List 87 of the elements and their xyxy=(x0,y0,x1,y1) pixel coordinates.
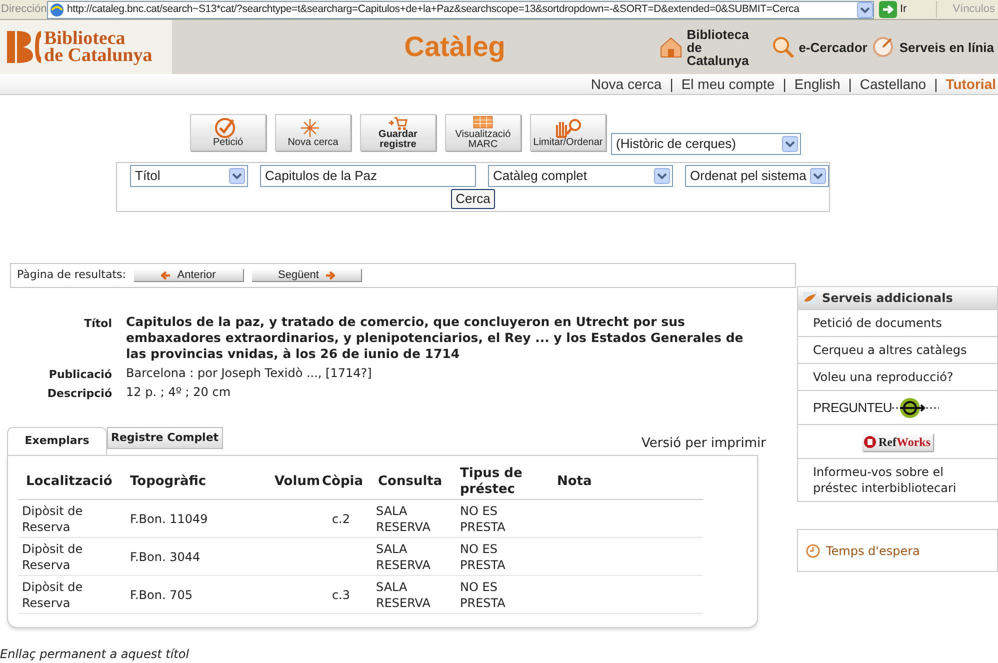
ring-arrow-icon xyxy=(892,396,940,420)
toolbar-button[interactable]: Petició xyxy=(190,114,266,151)
column-header: Consulta xyxy=(372,464,460,500)
toolbar-button[interactable]: Nova cerca xyxy=(275,114,351,151)
logo-text: de Catalunya xyxy=(44,47,152,64)
table-cell: NO ES PRESTA xyxy=(460,538,557,576)
right-arrow-icon xyxy=(324,270,335,280)
table-cell: SALA RESERVA xyxy=(372,576,460,614)
print-link[interactable]: Versió per imprimir xyxy=(641,434,766,453)
scope-select[interactable]: Catàleg complet xyxy=(488,165,673,187)
table-cell: F.Bon. 3044 xyxy=(130,538,272,576)
table-cell: F.Bon. 705 xyxy=(130,576,272,614)
dropdown-caret-icon xyxy=(810,168,826,184)
page-icon xyxy=(49,2,65,18)
dropdown-caret-icon xyxy=(782,136,798,152)
address-field[interactable]: http://cataleg.bnc.cat/search~S13*cat/?searchtype=t&searcharg=Capitulos+de+la+Paz&searchscope=13&sortdropdown=-&SORT=D&extended=0&SUBMIT=Cerca xyxy=(47,0,874,18)
permanent-link[interactable]: Enllaç permanent a aquest títol xyxy=(0,645,190,663)
dropdown-caret-icon xyxy=(654,168,670,184)
table-cell: NO ES PRESTA xyxy=(460,576,557,614)
field-label: Títol xyxy=(83,316,112,332)
field-value: Capitulos de la paz, y tratado de comercio, que concluyeron en Utrecht por sus embaxadores extraordinarios, y plenipotenciarios, el Rey ... y los Estados Generales de las provincias vnidas, à los 26 de iunio de 1714 xyxy=(126,314,744,362)
nav-link[interactable]: El meu compte xyxy=(681,74,775,94)
leaf-icon xyxy=(803,292,817,304)
header-link[interactable]: Serveis en línia xyxy=(899,40,994,54)
column-header: Topogràfic xyxy=(130,464,272,500)
satellite-dish-icon xyxy=(871,35,896,59)
nav-link[interactable]: English xyxy=(794,74,840,94)
column-header: Tipus de préstec xyxy=(460,464,557,500)
column-header: Volum xyxy=(272,464,322,500)
panel-title: Serveis addicionals xyxy=(822,290,953,307)
ask-banner[interactable]: PREGUNTEU xyxy=(813,396,940,420)
address-label: Dirección xyxy=(1,2,44,18)
next-button[interactable]: Següent xyxy=(252,269,362,282)
previous-button[interactable]: Anterior xyxy=(134,269,244,282)
sort-select[interactable]: Ordenat pel sistema xyxy=(685,165,829,187)
table-cell: Dipòsit de Reserva xyxy=(18,538,130,576)
nav-separator: | xyxy=(782,74,786,94)
toolbar-button[interactable]: Guardar registre xyxy=(360,114,436,151)
table-cell: SALA RESERVA xyxy=(372,500,460,538)
table-cell: c.2 xyxy=(322,500,372,538)
toolbar-button[interactable]: Visualització MARC xyxy=(445,114,521,151)
field-value: 12 p. ; 4º ; 20 cm xyxy=(126,384,232,400)
table-cell: Dipòsit de Reserva xyxy=(18,500,130,538)
column-header: Nota xyxy=(557,464,703,500)
search-input[interactable]: Capitulos de la Paz xyxy=(260,165,476,187)
table-cell: NO ES PRESTA xyxy=(460,500,557,538)
field-select[interactable]: Títol xyxy=(130,165,248,187)
search-button[interactable]: Cerca xyxy=(450,189,496,209)
table-cell: F.Bon. 11049 xyxy=(130,500,272,538)
nav-separator: | xyxy=(670,74,674,94)
refworks-button[interactable]: RefWorks xyxy=(862,432,932,450)
clock-icon xyxy=(806,544,820,558)
service-link[interactable]: Petició de documents xyxy=(813,314,942,332)
header-link[interactable]: e-Cercador xyxy=(798,40,868,54)
pagination-label: Pàgina de resultats: xyxy=(17,267,126,284)
nav-link[interactable]: Castellano xyxy=(860,74,926,94)
table-cell: SALA RESERVA xyxy=(372,538,460,576)
nav-link[interactable]: Nova cerca xyxy=(590,74,662,94)
links-label: Vínculos xyxy=(936,1,995,18)
field-label: Publicació xyxy=(48,367,112,383)
left-arrow-icon xyxy=(161,270,172,280)
wait-time-link[interactable]: Temps d'espera xyxy=(826,542,920,560)
tab[interactable]: Exemplars xyxy=(7,427,107,455)
magnifier-icon xyxy=(770,35,795,59)
table-cell: c.3 xyxy=(322,576,372,614)
history-select[interactable]: (Històric de cerques) xyxy=(611,133,801,155)
service-link[interactable]: Cerqueu a altres catàlegs xyxy=(813,341,967,359)
field-value: Barcelona : por Joseph Texidò ..., [1714?] xyxy=(126,365,373,381)
column-header: Còpia xyxy=(322,464,372,500)
service-link[interactable]: Voleu una reproducció? xyxy=(813,368,954,386)
hand-magnifier-icon xyxy=(554,117,582,138)
catalog-title: Catàleg xyxy=(404,30,506,64)
dropdown-caret-icon xyxy=(857,2,873,18)
document-circle-icon xyxy=(864,436,876,448)
logo-text: Biblioteca xyxy=(44,30,126,47)
nav-separator: | xyxy=(934,74,938,94)
nav-separator: | xyxy=(848,74,852,94)
go-button[interactable]: Ir xyxy=(900,1,907,18)
column-header: Localització xyxy=(18,464,130,500)
toolbar-button[interactable]: Limitar/Ordenar xyxy=(530,114,606,151)
service-link[interactable]: Informeu-vos sobre el préstec interbibliotecari xyxy=(813,464,982,496)
house-icon xyxy=(658,35,683,59)
dropdown-caret-icon xyxy=(229,168,245,184)
tab[interactable]: Registre Complet xyxy=(107,427,223,449)
field-label: Descripció xyxy=(46,386,112,402)
table-cell: Dipòsit de Reserva xyxy=(18,576,130,614)
header-link[interactable]: Biblioteca de Catalunya xyxy=(686,28,767,66)
